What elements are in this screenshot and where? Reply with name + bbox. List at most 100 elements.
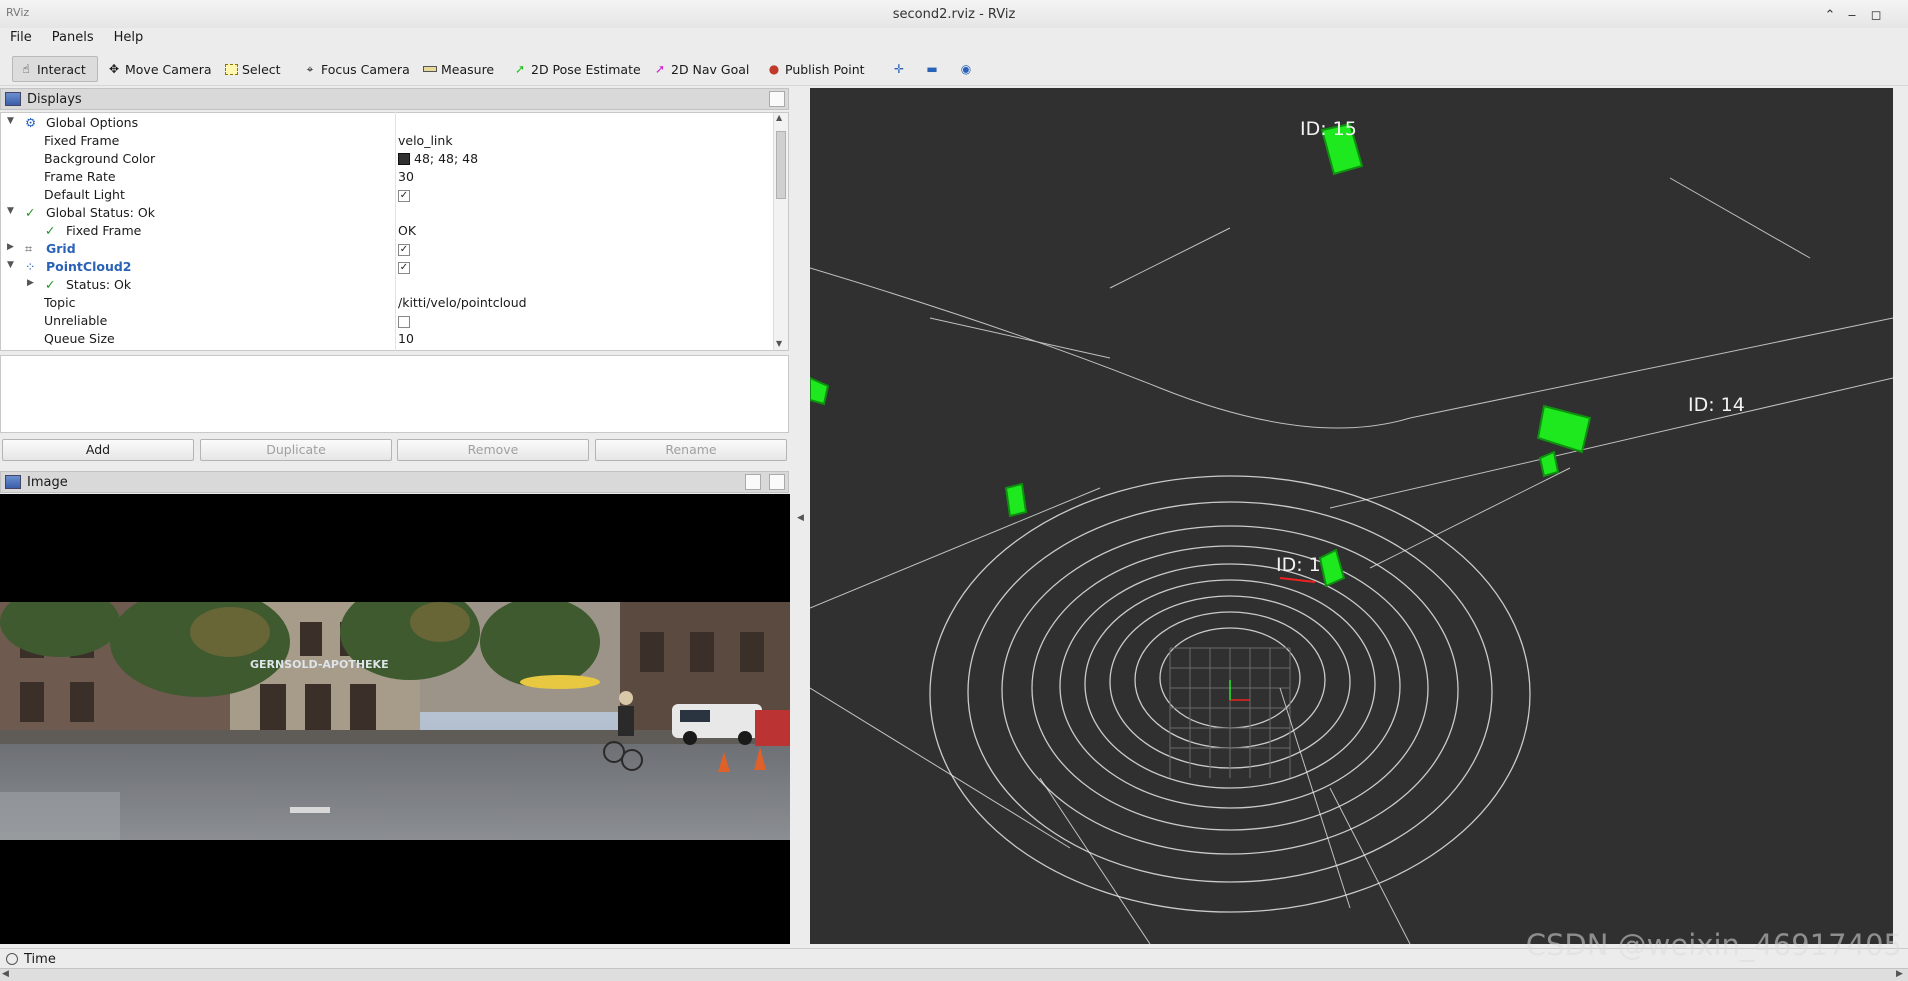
- menu-bar: File Panels Help: [0, 28, 1908, 50]
- property-key: Queue Size: [44, 331, 115, 346]
- eye-icon: ◉: [960, 62, 972, 76]
- image-icon: [5, 475, 21, 489]
- property-value: OK: [398, 223, 417, 238]
- collapse-arrow-icon[interactable]: ▼: [7, 206, 14, 216]
- interact-label: Interact: [37, 61, 86, 77]
- collapse-arrow-icon[interactable]: ▼: [7, 116, 14, 126]
- move-arrows-icon: ✥: [108, 62, 120, 76]
- monitor-icon: [5, 92, 21, 106]
- publish-point-button[interactable]: ● Publish Point: [760, 56, 872, 82]
- property-value[interactable]: velo_link: [398, 133, 453, 148]
- pointcloud-icon: ⁘: [25, 259, 36, 274]
- property-key: Frame Rate: [44, 169, 116, 184]
- remove-tool-button[interactable]: ▬: [918, 56, 946, 82]
- collapse-arrow-icon[interactable]: ▼: [7, 260, 14, 270]
- tree-row-global-options[interactable]: ▼ ⚙ Global Options: [1, 114, 773, 132]
- select-box-icon: [225, 63, 238, 75]
- tree-row-pointcloud2[interactable]: ▼ ⁘ PointCloud2 ✓: [1, 258, 773, 276]
- property-key: Fixed Frame: [44, 133, 120, 148]
- tree-row-status-fixed-frame[interactable]: ✓ Fixed Frame OK: [1, 222, 773, 240]
- scroll-thumb[interactable]: [776, 131, 786, 199]
- panel-undock-button[interactable]: [769, 91, 785, 107]
- tree-row-default-light[interactable]: Default Light ✓: [1, 186, 773, 204]
- menu-file[interactable]: File: [0, 28, 42, 45]
- tree-scrollbar[interactable]: ▲ ▼: [773, 113, 788, 350]
- tree-row-fixed-frame[interactable]: Fixed Frame velo_link: [1, 132, 773, 150]
- ruler-icon: [423, 66, 437, 72]
- collapse-left-icon[interactable]: ◀: [797, 513, 804, 523]
- tree-row-status-ok[interactable]: ▶ ✓ Status: Ok: [1, 276, 773, 294]
- measure-button[interactable]: Measure: [416, 56, 501, 82]
- add-tool-button[interactable]: ✛: [886, 56, 912, 82]
- watermark: CSDN @weixin_46917405: [1525, 928, 1902, 962]
- tree-row-grid[interactable]: ▶ ⌗ Grid ✓: [1, 240, 773, 258]
- tree-row-background-color[interactable]: Background Color 48; 48; 48: [1, 150, 773, 168]
- plus-icon: ✛: [893, 62, 905, 76]
- hand-pointer-icon: ☝: [22, 62, 30, 76]
- scroll-right-icon[interactable]: ▶: [1896, 969, 1903, 979]
- property-value[interactable]: 48; 48; 48: [398, 151, 478, 166]
- tree-row-global-status[interactable]: ▼ ✓ Global Status: Ok: [1, 204, 773, 222]
- pointcloud2-label: PointCloud2: [46, 259, 132, 274]
- clock-icon: [6, 953, 18, 965]
- measure-label: Measure: [441, 61, 495, 77]
- grid-enabled-checkbox[interactable]: ✓: [398, 241, 410, 256]
- shop-sign: GERNSOLD-APOTHEKE: [250, 658, 389, 671]
- global-status-label: Global Status: Ok: [46, 205, 155, 220]
- displays-panel-header: Displays: [0, 88, 789, 110]
- tree-row-topic[interactable]: Topic /kitti/velo/pointcloud: [1, 294, 773, 312]
- column-divider[interactable]: [395, 112, 396, 351]
- object-label-15: ID: 15: [1300, 118, 1357, 140]
- pointcloud2-enabled-checkbox[interactable]: ✓: [398, 259, 410, 274]
- grid-label: Grid: [46, 241, 76, 256]
- property-value[interactable]: 30: [398, 169, 414, 184]
- unreliable-checkbox[interactable]: [398, 313, 410, 328]
- displays-title: Displays: [27, 91, 82, 107]
- default-light-checkbox[interactable]: ✓: [398, 187, 410, 202]
- pose-estimate-label: 2D Pose Estimate: [531, 61, 641, 77]
- gear-icon: ⚙: [25, 115, 37, 130]
- add-button[interactable]: Add: [2, 439, 194, 461]
- window-maximize-icon[interactable]: ⌃: [1820, 6, 1840, 26]
- view-options-button[interactable]: ◉: [952, 56, 980, 82]
- interact-button[interactable]: ☝ Interact: [12, 56, 98, 82]
- move-camera-button[interactable]: ✥ Move Camera: [100, 56, 219, 82]
- dock-splitter[interactable]: ◀: [794, 88, 808, 944]
- panel-close-button[interactable]: [769, 474, 785, 490]
- property-value[interactable]: /kitti/velo/pointcloud: [398, 295, 527, 310]
- scroll-left-icon[interactable]: ◀: [2, 969, 9, 979]
- focus-camera-button[interactable]: ⌖ Focus Camera: [296, 56, 417, 82]
- 3d-render-viewport[interactable]: ID: 15 ID: 14 ID: 1: [810, 88, 1893, 944]
- duplicate-button[interactable]: Duplicate: [200, 439, 392, 461]
- menu-panels[interactable]: Panels: [42, 28, 104, 45]
- expand-arrow-icon[interactable]: ▶: [27, 278, 34, 288]
- property-key: Default Light: [44, 187, 125, 202]
- pose-estimate-button[interactable]: ➚ 2D Pose Estimate: [506, 56, 648, 82]
- camera-image-view[interactable]: GERNSOLD-APOTHEKE: [0, 494, 790, 944]
- property-value[interactable]: 10: [398, 331, 414, 346]
- panel-undock-button[interactable]: [745, 474, 761, 490]
- rename-button[interactable]: Rename: [595, 439, 787, 461]
- property-key: Unreliable: [44, 313, 108, 328]
- remove-button[interactable]: Remove: [397, 439, 589, 461]
- property-key: Fixed Frame: [66, 223, 142, 238]
- object-label-1: ID: 1: [1276, 554, 1321, 576]
- color-swatch: [398, 153, 410, 165]
- window-minimize-icon[interactable]: ‒: [1842, 6, 1862, 26]
- tree-row-queue-size[interactable]: Queue Size 10: [1, 330, 773, 348]
- scroll-up-icon[interactable]: ▲: [776, 113, 782, 122]
- select-button[interactable]: Select: [218, 56, 288, 82]
- window-restore-icon[interactable]: ◻: [1866, 6, 1886, 26]
- menu-help[interactable]: Help: [104, 28, 154, 45]
- expand-arrow-icon[interactable]: ▶: [7, 242, 14, 252]
- focus-camera-label: Focus Camera: [321, 61, 410, 77]
- tree-row-unreliable[interactable]: Unreliable: [1, 312, 773, 330]
- checkmark-icon: ✓: [45, 223, 56, 238]
- horizontal-scrollbar[interactable]: ◀ ▶: [0, 968, 1908, 981]
- scroll-down-icon[interactable]: ▼: [776, 339, 782, 348]
- image-panel-header: Image: [0, 471, 789, 493]
- tree-row-frame-rate[interactable]: Frame Rate 30: [1, 168, 773, 186]
- time-panel-title: Time: [24, 952, 56, 967]
- viewport-side-strip: [1895, 88, 1908, 944]
- nav-goal-button[interactable]: ➚ 2D Nav Goal: [646, 56, 756, 82]
